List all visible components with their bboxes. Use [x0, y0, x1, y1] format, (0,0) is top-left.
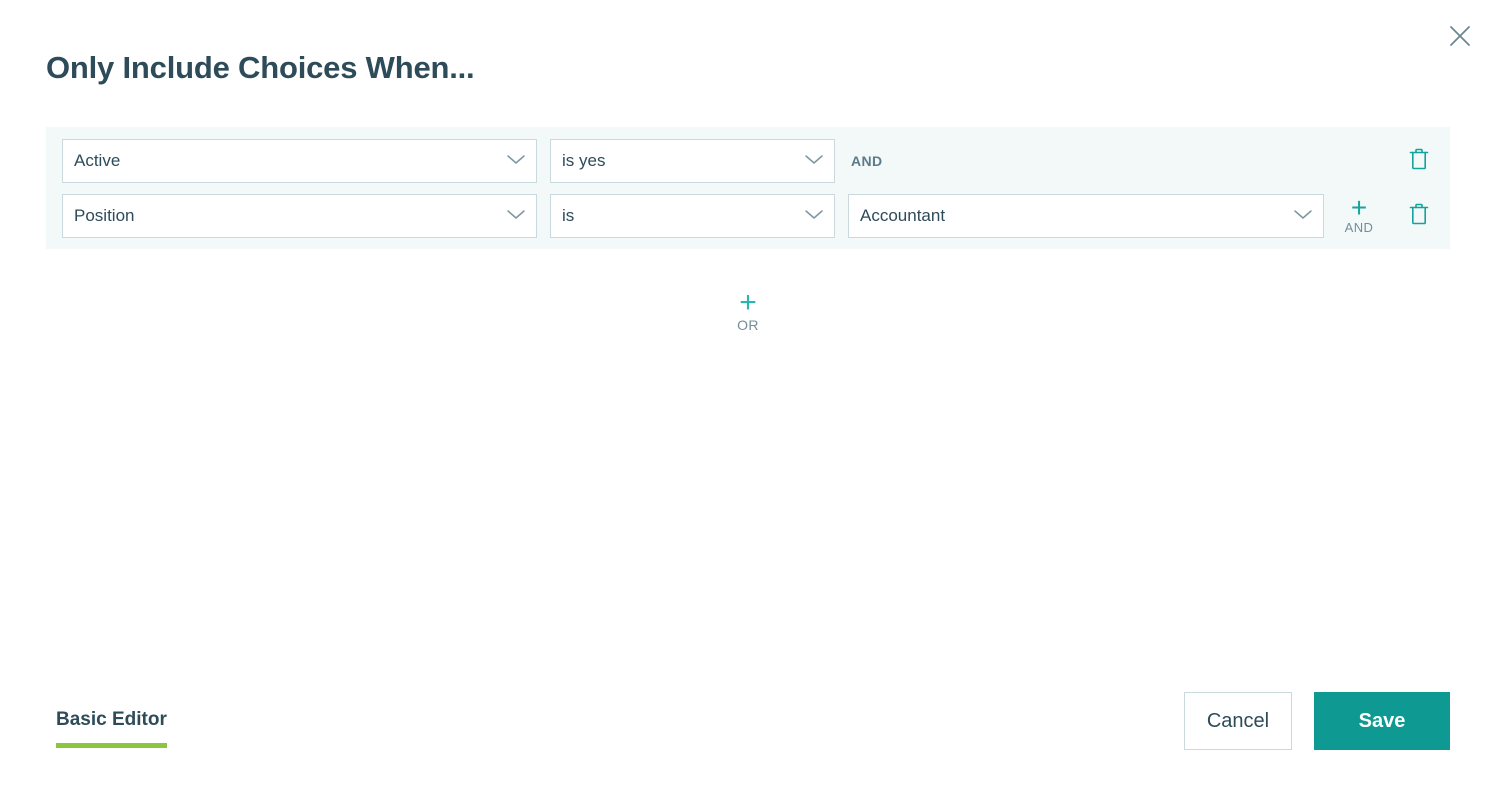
save-button[interactable]: Save	[1314, 692, 1450, 750]
condition-row: Position is Accountant + AND	[46, 188, 1450, 243]
close-icon	[1448, 24, 1472, 48]
delete-condition-button-row2[interactable]	[1388, 202, 1450, 229]
basic-editor-toggle[interactable]: Basic Editor	[56, 707, 167, 748]
conjunction-label-row1: AND	[851, 152, 883, 169]
trash-icon	[1409, 202, 1429, 229]
condition-row: Active is yes AND	[46, 133, 1450, 188]
row-actions-row1	[1330, 147, 1450, 174]
add-or-group-button[interactable]: + OR	[718, 286, 778, 333]
field-select-row2-value: Position	[74, 205, 135, 225]
footer-actions: Cancel Save	[1184, 692, 1450, 750]
operator-select-row2[interactable]: is	[550, 193, 835, 238]
value-select-row2[interactable]: Accountant	[848, 193, 1324, 238]
plus-icon: +	[739, 286, 757, 319]
operator-select-row1[interactable]: is yes	[550, 138, 835, 183]
chevron-down-icon	[804, 151, 824, 171]
operator-select-row2-value: is	[562, 205, 575, 225]
chevron-down-icon	[506, 206, 526, 226]
add-and-condition-button[interactable]: + AND	[1330, 191, 1388, 235]
row-actions-row2: + AND	[1330, 191, 1450, 235]
chevron-down-icon	[1293, 206, 1313, 226]
chevron-down-icon	[804, 206, 824, 226]
add-or-group-label: OR	[737, 317, 759, 333]
operator-select-row1-value: is yes	[562, 150, 606, 170]
plus-icon: +	[1350, 191, 1368, 223]
field-select-row1[interactable]: Active	[62, 138, 537, 183]
close-dialog-button[interactable]	[1441, 17, 1479, 55]
field-select-row1-value: Active	[74, 150, 121, 170]
chevron-down-icon	[506, 151, 526, 171]
cancel-button[interactable]: Cancel	[1184, 692, 1292, 750]
value-select-row2-value: Accountant	[860, 205, 946, 225]
add-and-condition-label: AND	[1344, 219, 1374, 235]
trash-icon	[1409, 147, 1429, 174]
basic-editor-toggle-label: Basic Editor	[56, 709, 167, 730]
field-select-row2[interactable]: Position	[62, 193, 537, 238]
page-title: Only Include Choices When...	[46, 50, 475, 85]
condition-group: Active is yes AND Position is Accountant…	[46, 127, 1450, 249]
delete-condition-button-row1[interactable]	[1388, 147, 1450, 174]
